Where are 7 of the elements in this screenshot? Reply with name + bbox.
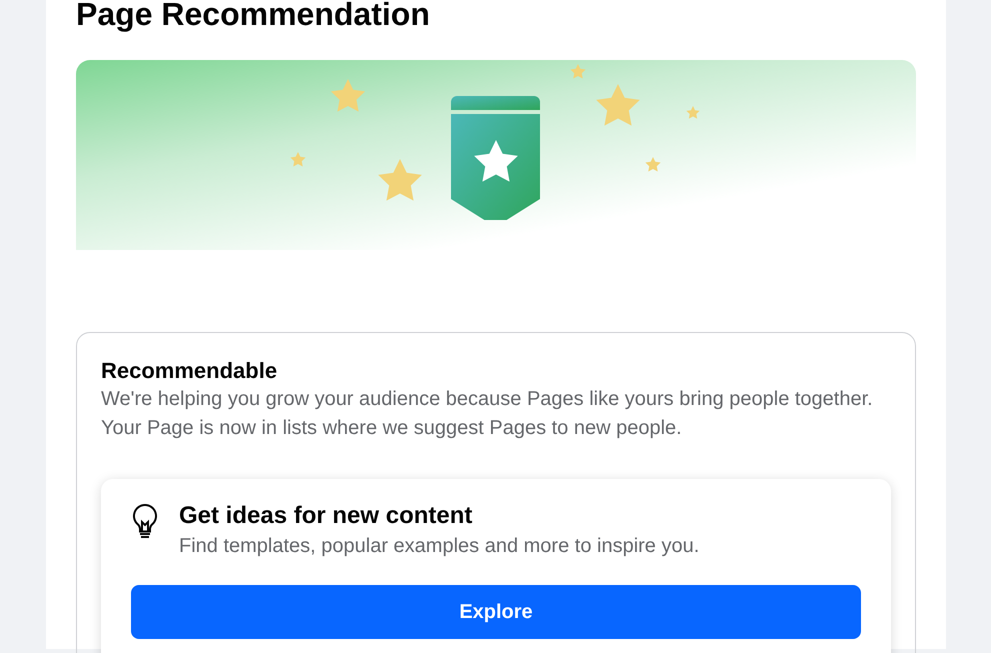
page-title: Page Recommendation [76, 0, 431, 32]
explore-button[interactable]: Explore [131, 585, 861, 639]
lightbulb-icon [131, 503, 159, 541]
idea-description: Find templates, popular examples and more to inspire you. [179, 534, 700, 559]
status-heading: Recommendable [101, 357, 278, 385]
idea-heading: Get ideas for new content [179, 501, 474, 531]
status-description: We're helping you grow your audience because Pages like yours bring people together. Your Page is now in lists where we suggest Pages to new people. [101, 387, 874, 441]
